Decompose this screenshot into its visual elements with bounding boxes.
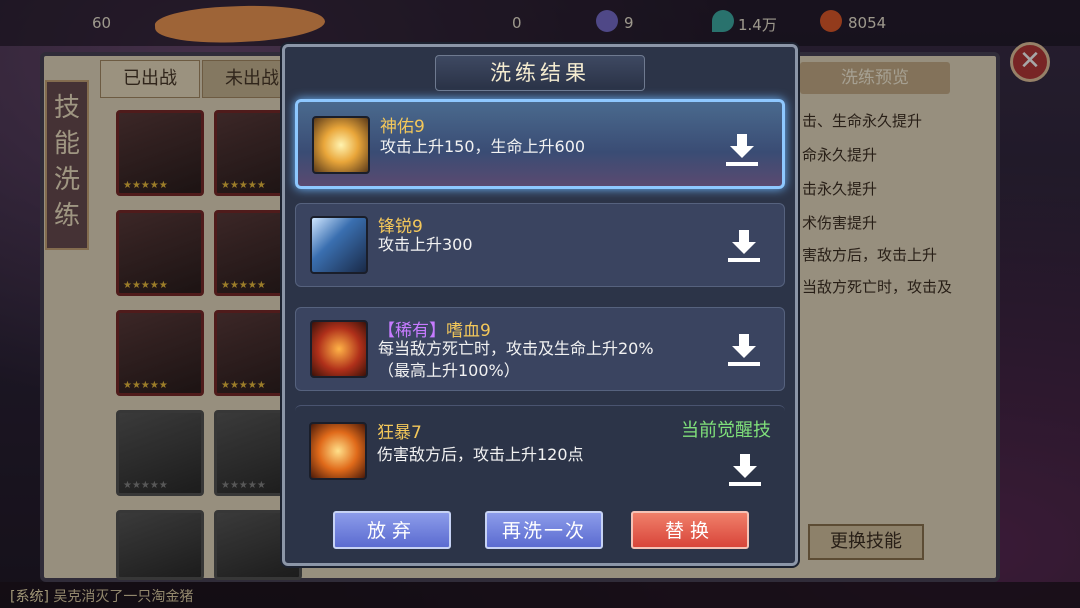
spiral-light-icon (312, 116, 370, 174)
dialog-title: 洗练结果 (435, 55, 645, 91)
bloodlust-icon (310, 320, 368, 378)
blade-icon (310, 216, 368, 274)
skill-option[interactable]: 锋锐9 攻击上升300 (295, 203, 785, 287)
skill-desc: 每当敌方死亡时，攻击及生命上升20% （最高上升100%） (378, 339, 654, 380)
skill-desc: 伤害敌方后，攻击上升120点 (377, 445, 584, 464)
download-icon[interactable] (724, 226, 764, 266)
skill-name: 神佑9 (380, 117, 425, 137)
refine-result-dialog: 洗练结果 神佑9 攻击上升150，生命上升600 锋锐9 攻击上升300 【稀有… (282, 44, 798, 566)
skill-option[interactable]: 【稀有】嗜血9 每当敌方死亡时，攻击及生命上升20% （最高上升100%） (295, 307, 785, 391)
download-icon[interactable] (724, 330, 764, 370)
replace-button[interactable]: 替换 (631, 511, 749, 549)
skill-option[interactable]: 神佑9 攻击上升150，生命上升600 (295, 99, 785, 189)
skill-desc: 攻击上升300 (378, 235, 473, 254)
dialog-header: 洗练结果 (285, 47, 795, 95)
download-icon[interactable] (722, 130, 762, 170)
skill-desc: 攻击上升150，生命上升600 (380, 137, 586, 156)
abandon-button[interactable]: 放弃 (333, 511, 451, 549)
berserk-icon (309, 422, 367, 480)
awakened-skill-badge: 当前觉醒技 (681, 420, 771, 441)
skill-current: 狂暴7 伤害敌方后，攻击上升120点 当前觉醒技 (295, 405, 785, 497)
skill-name: 狂暴7 (377, 423, 422, 443)
download-icon[interactable] (725, 450, 765, 490)
reroll-button[interactable]: 再洗一次 (485, 511, 603, 549)
